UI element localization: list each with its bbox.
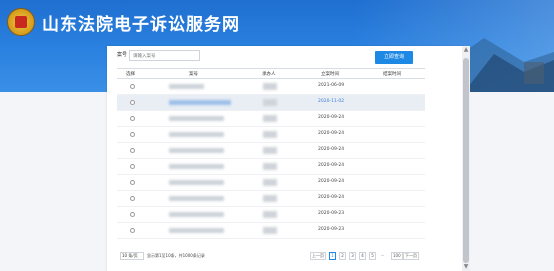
case-number-label: 案号 <box>117 52 128 58</box>
record-total: 显示第1至10条，共1000条记录 <box>147 253 205 258</box>
filing-date: 2020-09-24 <box>318 131 345 136</box>
table-row[interactable]: 2020-09-24 <box>117 143 425 159</box>
table-row[interactable]: 2021-06-09 <box>117 79 425 95</box>
row-select-radio[interactable] <box>130 100 135 105</box>
table-row[interactable]: 2020-09-24 <box>117 175 425 191</box>
col-filing-date: 立案时间 <box>321 72 339 77</box>
table-row[interactable]: 2020-09-23 <box>117 223 425 239</box>
case-number-redacted <box>169 164 224 169</box>
table-row[interactable]: 2020-09-24 <box>117 127 425 143</box>
page-2-button[interactable]: 2 <box>339 252 346 260</box>
table-row[interactable]: 2020-09-23 <box>117 207 425 223</box>
page-size-select[interactable]: 10 条/页 <box>120 252 144 260</box>
case-table: 选择 案号 承办人 立案时间 结案时间 2021-06-09 2020-11-02… <box>117 68 425 239</box>
row-select-radio[interactable] <box>130 116 135 121</box>
handler-redacted <box>263 99 277 106</box>
next-page-button[interactable]: 下一页 <box>403 252 419 260</box>
site-title: 山东法院电子诉讼服务网 <box>42 15 240 34</box>
page-3-button[interactable]: 3 <box>349 252 356 260</box>
case-number-redacted <box>169 148 224 153</box>
table-row[interactable]: 2020-09-24 <box>117 159 425 175</box>
row-select-radio[interactable] <box>130 148 135 153</box>
col-closing-date: 结案时间 <box>383 72 401 77</box>
filing-date: 2020-09-23 <box>318 211 345 216</box>
handler-redacted <box>263 211 277 218</box>
row-select-radio[interactable] <box>130 212 135 217</box>
handler-redacted <box>263 131 277 138</box>
case-number-redacted <box>169 212 224 217</box>
table-row[interactable]: 2020-09-24 <box>117 111 425 127</box>
row-select-radio[interactable] <box>130 84 135 89</box>
row-select-radio[interactable] <box>130 164 135 169</box>
handler-redacted <box>263 83 277 90</box>
handler-redacted <box>263 147 277 154</box>
row-select-radio[interactable] <box>130 228 135 233</box>
table-row[interactable]: 2020-09-24 <box>117 191 425 207</box>
scroll-down-icon[interactable]: ▼ <box>463 264 469 270</box>
scroll-thumb[interactable] <box>463 58 469 263</box>
case-number-redacted <box>169 180 224 185</box>
case-number-redacted <box>169 228 224 233</box>
row-select-radio[interactable] <box>130 180 135 185</box>
row-select-radio[interactable] <box>130 132 135 137</box>
handler-redacted <box>263 163 277 170</box>
case-number-redacted <box>169 84 204 89</box>
scroll-up-icon[interactable]: ▲ <box>463 47 469 53</box>
filing-date: 2020-09-24 <box>318 163 345 168</box>
col-handler: 承办人 <box>262 72 276 77</box>
filing-date: 2020-09-24 <box>318 115 345 120</box>
page-1-button[interactable]: 1 <box>329 252 336 260</box>
col-select: 选择 <box>126 72 135 77</box>
query-button[interactable]: 立即查询 <box>375 51 413 64</box>
handler-redacted <box>263 227 277 234</box>
court-emblem-icon <box>7 8 35 36</box>
filing-date: 2021-06-09 <box>318 83 345 88</box>
page-ellipsis: ... <box>380 252 385 257</box>
case-number-redacted <box>169 116 224 121</box>
page-5-button[interactable]: 5 <box>369 252 376 260</box>
scrollbar[interactable]: ▲ ▼ <box>462 46 470 271</box>
page-4-button[interactable]: 4 <box>359 252 366 260</box>
filing-date: 2020-09-24 <box>318 195 345 200</box>
filing-date: 2020-09-23 <box>318 227 345 232</box>
handler-redacted <box>263 179 277 186</box>
prev-page-button[interactable]: 上一页 <box>310 252 326 260</box>
case-number-redacted <box>169 100 231 105</box>
page-100-button[interactable]: 100 <box>391 252 403 260</box>
table-header: 选择 案号 承办人 立案时间 结案时间 <box>117 68 425 79</box>
filing-date: 2020-11-02 <box>318 99 345 104</box>
col-case-number: 案号 <box>189 72 198 77</box>
row-select-radio[interactable] <box>130 196 135 201</box>
filing-date: 2020-09-24 <box>318 147 345 152</box>
case-number-input[interactable] <box>129 50 200 61</box>
handler-redacted <box>263 115 277 122</box>
table-body: 2021-06-09 2020-11-02 2020-09-24 2020-09-24… <box>117 79 425 239</box>
table-row[interactable]: 2020-11-02 <box>117 95 425 111</box>
handler-redacted <box>263 195 277 202</box>
case-number-redacted <box>169 196 224 201</box>
filing-date: 2020-09-24 <box>318 179 345 184</box>
pagination: 10 条/页 显示第1至10条，共1000条记录 上一页 1 2 3 4 5 .… <box>117 251 427 261</box>
case-number-redacted <box>169 132 224 137</box>
